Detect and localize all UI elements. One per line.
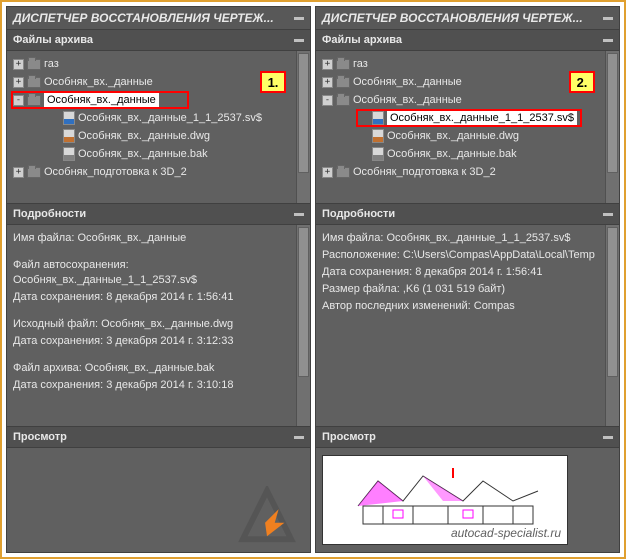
archive-label: Файлы архива: [322, 34, 402, 46]
tree-label: Особняк_подготовка к 3D_2: [353, 166, 496, 178]
tree-label: Особняк_вх._данные.dwg: [387, 130, 519, 142]
file-icon: [63, 111, 75, 125]
preview-label: Просмотр: [13, 431, 67, 443]
tree-label: Особняк_вх._данные.bak: [387, 148, 517, 160]
preview-header[interactable]: Просмотр: [316, 426, 619, 448]
building-sketch-icon: [353, 466, 543, 528]
collapse-icon[interactable]: [603, 17, 613, 20]
tree-item[interactable]: +Особняк_вх._данные_1_1_2537.sv$: [9, 109, 308, 127]
file-tree: +газ+Особняк_вх._данные-Особняк_вх._данн…: [7, 51, 310, 203]
tree-label: Особняк_вх._данные_1_1_2537.sv$: [78, 112, 262, 124]
step-badge-1: 1.: [260, 71, 286, 93]
preview-label: Просмотр: [322, 431, 376, 443]
detail-line: Файл автосохранения: Особняк_вх._данные_…: [13, 258, 304, 288]
panel-title: ДИСПЕТЧЕР ВОССТАНОВЛЕНИЯ ЧЕРТЕЖ...: [316, 7, 619, 29]
title-text: ДИСПЕТЧЕР ВОССТАНОВЛЕНИЯ ЧЕРТЕЖ...: [13, 11, 274, 25]
details-label: Подробности: [322, 208, 395, 220]
expand-icon[interactable]: +: [13, 77, 24, 88]
file-icon: [372, 147, 384, 161]
drawing-preview: autocad-specialist.ru: [322, 455, 568, 545]
right-panel: ДИСПЕТЧЕР ВОССТАНОВЛЕНИЯ ЧЕРТЕЖ... Файлы…: [315, 6, 620, 553]
tree-item[interactable]: +Особняк_вх._данные.bak: [318, 145, 617, 163]
title-text: ДИСПЕТЧЕР ВОССТАНОВЛЕНИЯ ЧЕРТЕЖ...: [322, 11, 583, 25]
folder-icon: [27, 59, 41, 70]
detail-line: Имя файла: Особняк_вх._данные: [13, 231, 304, 246]
folder-icon: [27, 167, 41, 178]
highlight-box: [356, 109, 582, 127]
detail-line: Дата сохранения: 8 декабря 2014 г. 1:56:…: [13, 290, 304, 305]
folder-icon: [27, 77, 41, 88]
detail-line: Расположение: C:\Users\Compas\AppData\Lo…: [322, 248, 613, 263]
left-panel: ДИСПЕТЧЕР ВОССТАНОВЛЕНИЯ ЧЕРТЕЖ... Файлы…: [6, 6, 311, 553]
tree-item[interactable]: + Особняк_подготовка к 3D_2: [9, 163, 308, 181]
collapse-icon[interactable]: [294, 436, 304, 439]
details-content: Имя файла: Особняк_вх._данные Файл автос…: [7, 225, 310, 426]
expand-icon[interactable]: +: [13, 59, 24, 70]
tree-label: газ: [353, 58, 368, 70]
step-badge-2: 2.: [569, 71, 595, 93]
preview-content: autocad-specialist.ru: [316, 448, 619, 552]
file-tree: + газ + Особняк_вх._данные - Особняк_вх._данн…: [316, 51, 619, 203]
scrollbar[interactable]: [605, 225, 619, 426]
preview-content: [7, 448, 310, 552]
tree-label: Особняк_вх._данные: [353, 76, 462, 88]
detail-line: Дата сохранения: 8 декабря 2014 г. 1:56:…: [322, 265, 613, 280]
collapse-icon[interactable]: -: [322, 95, 333, 106]
scroll-thumb[interactable]: [607, 53, 618, 173]
scrollbar[interactable]: [296, 225, 310, 426]
detail-line: Дата сохранения: 3 декабря 2014 г. 3:10:…: [13, 378, 304, 393]
tree-label: газ: [44, 58, 59, 70]
collapse-icon[interactable]: [603, 39, 613, 42]
tree-item[interactable]: +Особняк_вх._данные.dwg: [318, 127, 617, 145]
details-label: Подробности: [13, 208, 86, 220]
scrollbar[interactable]: [296, 51, 310, 203]
tree-item[interactable]: +Особняк_вх._данные.dwg: [9, 127, 308, 145]
collapse-icon[interactable]: [603, 436, 613, 439]
scroll-thumb[interactable]: [607, 227, 618, 377]
collapse-icon[interactable]: [294, 213, 304, 216]
expand-icon[interactable]: +: [322, 77, 333, 88]
detail-line: Файл архива: Особняк_вх._данные.bak: [13, 361, 304, 376]
tree-item[interactable]: +Особняк_вх._данные.bak: [9, 145, 308, 163]
folder-icon: [336, 77, 350, 88]
details-header[interactable]: Подробности: [316, 203, 619, 225]
expand-icon[interactable]: +: [13, 167, 24, 178]
folder-icon: [336, 167, 350, 178]
scroll-thumb[interactable]: [298, 227, 309, 377]
collapse-icon[interactable]: [294, 39, 304, 42]
archive-header[interactable]: Файлы архива: [316, 29, 619, 51]
tree-label: Особняк_вх._данные: [353, 94, 462, 106]
archive-header[interactable]: Файлы архива: [7, 29, 310, 51]
archive-label: Файлы архива: [13, 34, 93, 46]
highlight-box: [11, 91, 189, 109]
scroll-thumb[interactable]: [298, 53, 309, 173]
file-icon: [63, 147, 75, 161]
detail-line: Имя файла: Особняк_вх._данные_1_1_2537.s…: [322, 231, 613, 246]
preview-header[interactable]: Просмотр: [7, 426, 310, 448]
file-icon: [372, 129, 384, 143]
folder-icon: [336, 59, 350, 70]
details-header[interactable]: Подробности: [7, 203, 310, 225]
folder-icon: [336, 95, 350, 106]
tree-item[interactable]: - Особняк_вх._данные: [318, 91, 617, 109]
tree-label: Особняк_подготовка к 3D_2: [44, 166, 187, 178]
scrollbar[interactable]: [605, 51, 619, 203]
file-icon: [63, 129, 75, 143]
tree-label: Особняк_вх._данные: [44, 76, 153, 88]
tree-label: Особняк_вх._данные.dwg: [78, 130, 210, 142]
tree-label: Особняк_вх._данные.bak: [78, 148, 208, 160]
details-content: Имя файла: Особняк_вх._данные_1_1_2537.s…: [316, 225, 619, 426]
collapse-icon[interactable]: [294, 17, 304, 20]
collapse-icon[interactable]: [603, 213, 613, 216]
watermark-text: autocad-specialist.ru: [451, 526, 561, 540]
detail-line: Дата сохранения: 3 декабря 2014 г. 3:12:…: [13, 334, 304, 349]
detail-line: Исходный файл: Особняк_вх._данные.dwg: [13, 317, 304, 332]
detail-line: Размер файла: ,K6 (1 031 519 байт): [322, 282, 613, 297]
expand-icon[interactable]: +: [322, 59, 333, 70]
tree-item[interactable]: + Особняк_подготовка к 3D_2: [318, 163, 617, 181]
panel-title: ДИСПЕТЧЕР ВОССТАНОВЛЕНИЯ ЧЕРТЕЖ...: [7, 7, 310, 29]
expand-icon[interactable]: +: [322, 167, 333, 178]
detail-line: Автор последних изменений: Compas: [322, 299, 613, 314]
logo-icon: [238, 486, 296, 544]
